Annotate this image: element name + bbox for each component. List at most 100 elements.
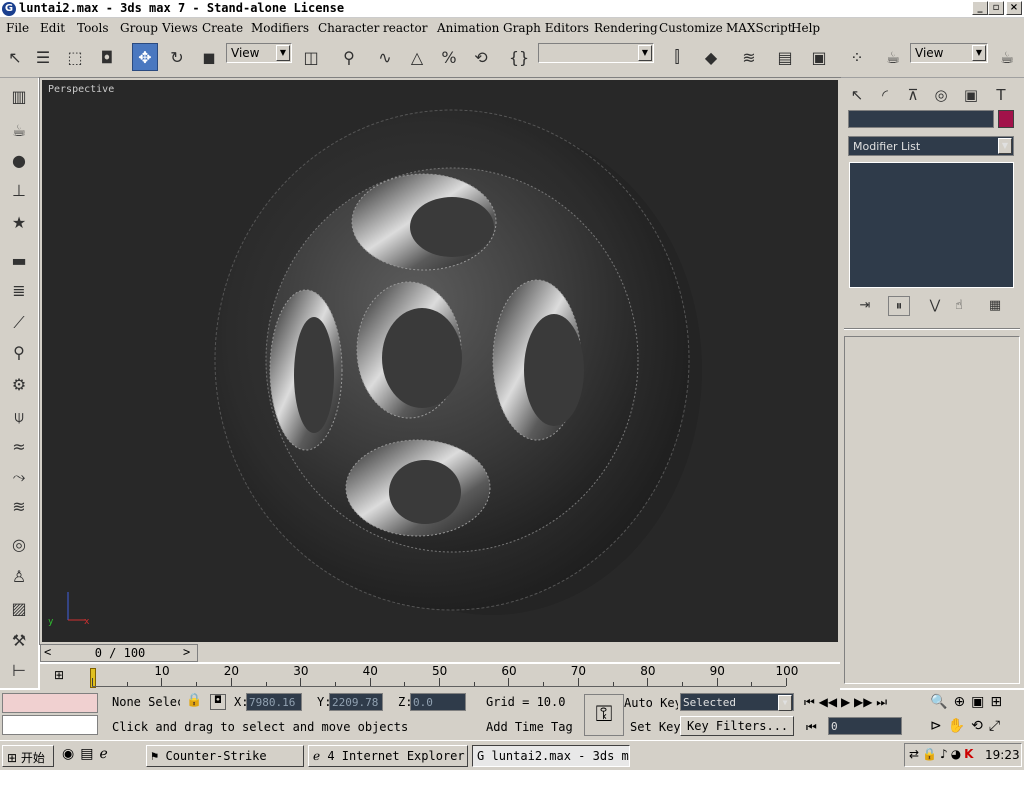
angle-snap-icon[interactable]: △ [404, 43, 430, 71]
media-player-icon[interactable]: ◉ [62, 746, 80, 762]
add-time-tag[interactable]: Add Time Tag [486, 720, 573, 734]
select-and-link-icon[interactable]: ⚲ [336, 43, 362, 71]
display-tab-icon[interactable]: ▣ [958, 82, 984, 108]
time-slider[interactable]: < 0 / 100 > [40, 644, 198, 662]
select-object-icon[interactable]: ↖ [2, 43, 28, 71]
teapot-icon[interactable]: ☕ [6, 118, 32, 144]
helper-icon[interactable]: ⊢ [6, 658, 32, 684]
ffd-icon[interactable]: ⍦ [6, 404, 32, 430]
volume-icon[interactable]: ♪ [940, 747, 951, 761]
gear-icon[interactable]: ⚙ [6, 372, 32, 398]
field-of-view-icon[interactable]: ⊳ [930, 718, 948, 734]
network-icon[interactable]: ⇄ [909, 747, 922, 761]
lattice-icon[interactable]: ◎ [6, 532, 32, 558]
parameters-rollout-area[interactable] [844, 336, 1020, 684]
snap-toggle-icon[interactable]: ∿ [372, 43, 398, 71]
menu-views[interactable]: Views [162, 21, 198, 35]
reference-coordinate-dropdown[interactable]: View ▼ [226, 43, 292, 63]
remove-modifier-icon[interactable]: ☝ [948, 296, 970, 316]
close-button[interactable]: × [1006, 1, 1022, 15]
go-to-start-icon[interactable]: ⏮ [804, 695, 815, 709]
absolute-mode-icon[interactable]: ◘ [210, 694, 226, 710]
configure-modifier-sets-icon[interactable]: ▦ [984, 296, 1006, 316]
biped-icon[interactable]: ♙ [6, 564, 32, 590]
sphere-icon[interactable]: ● [6, 148, 32, 174]
taper-icon[interactable]: ⚲ [6, 340, 32, 366]
menu-help[interactable]: Help [791, 21, 820, 35]
set-key-icon[interactable]: ⚿ [584, 694, 624, 736]
menu-tools[interactable]: Tools [77, 21, 109, 35]
go-to-end-icon[interactable]: ⏭ [876, 695, 887, 709]
schematic-view-icon[interactable]: ▣ [806, 43, 832, 71]
y-coordinate-field[interactable]: 2209.78 [329, 693, 383, 711]
current-frame-field[interactable]: 0 [828, 717, 902, 735]
bend-icon[interactable]: ⟋ [6, 310, 32, 336]
menu-customize[interactable]: Customize [659, 21, 723, 35]
menu-file[interactable]: File [6, 21, 29, 35]
hierarchy-tab-icon[interactable]: ⊼ [900, 82, 926, 108]
lock-icon[interactable]: 🔒 [922, 747, 940, 761]
track-bar[interactable]: ⊞ 10 20 30 40 50 60 70 80 90 100 [40, 664, 840, 690]
maxscript-listener-pink[interactable] [2, 693, 98, 713]
object-color-swatch[interactable] [998, 110, 1014, 128]
key-selection-dropdown[interactable]: Selected ▼ [680, 693, 794, 711]
twist-icon[interactable]: ⤳ [6, 464, 32, 490]
zoom-extents-icon[interactable]: ▣ [971, 694, 990, 710]
layer-manager-icon[interactable]: ≋ [736, 43, 762, 71]
x-coordinate-field[interactable]: 7980.16 [246, 693, 302, 711]
select-and-scale-icon[interactable]: ◼ [196, 43, 222, 71]
material-editor-icon[interactable]: ⁘ [844, 43, 870, 71]
modify-tab-icon[interactable]: ◜ [872, 82, 898, 108]
render-type-dropdown[interactable]: View ▼ [910, 43, 988, 63]
window-crossing-icon[interactable]: ◘ [94, 43, 120, 71]
make-unique-icon[interactable]: ⋁ [924, 296, 946, 316]
pin-stack-icon[interactable]: ⇥ [854, 296, 876, 316]
edit-named-selection-icon[interactable]: {} [506, 43, 532, 71]
minimize-button[interactable]: _ [972, 1, 988, 15]
named-selection-dropdown[interactable]: ▼ [538, 43, 654, 63]
render-scene-icon[interactable]: ☕ [880, 43, 906, 71]
z-coordinate-field[interactable]: 0.0 [410, 693, 466, 711]
task-counter-strike[interactable]: ⚑ Counter-Strike [146, 745, 304, 767]
spinner-snap-icon[interactable]: ⟲ [468, 43, 494, 71]
maxscript-listener-white[interactable] [2, 715, 98, 735]
wave-icon[interactable]: ≋ [6, 494, 32, 520]
curve-editor-icon[interactable]: ▤ [772, 43, 798, 71]
task-internet-explorer[interactable]: ℯ 4 Internet Explorer [308, 745, 468, 767]
menu-character[interactable]: Character [318, 21, 379, 35]
object-name-field[interactable] [848, 110, 994, 128]
mirror-icon[interactable]: ⫿ [664, 43, 690, 71]
wheel-model[interactable] [42, 80, 838, 642]
plane-icon[interactable]: ⊥ [6, 178, 32, 204]
next-frame-icon[interactable]: ▶▶ [854, 695, 872, 709]
noise-icon[interactable]: ≈ [6, 434, 32, 460]
zoom-icon[interactable]: 🔍 [930, 694, 953, 710]
menu-rendering[interactable]: Rendering [594, 21, 658, 35]
play-icon[interactable]: ▶ [841, 695, 850, 709]
pan-icon[interactable]: ✋ [948, 718, 971, 734]
lock-icon[interactable]: 🔒 [186, 693, 202, 708]
menu-animation[interactable]: Animation [437, 21, 499, 35]
align-icon[interactable]: ◆ [698, 43, 724, 71]
select-and-move-icon[interactable]: ✥ [132, 43, 158, 71]
clock[interactable]: 19:23 [985, 748, 1020, 762]
lathe-icon[interactable]: ≣ [6, 278, 32, 304]
antivirus-icon[interactable]: K [964, 747, 976, 761]
time-slider-prev-icon[interactable]: < [44, 645, 51, 659]
menu-create[interactable]: Create [202, 21, 243, 35]
rectangular-selection-icon[interactable]: ⬚ [62, 43, 88, 71]
desktop-icon[interactable]: ▤ [80, 746, 99, 762]
quick-render-icon[interactable]: ☕ [994, 43, 1020, 71]
time-slider-track[interactable] [198, 644, 840, 662]
menu-reactor[interactable]: reactor [383, 21, 428, 35]
app-icon[interactable]: G [2, 2, 16, 16]
modifier-list-dropdown[interactable]: Modifier List ▼ [848, 136, 1014, 156]
restore-button[interactable]: ▫ [988, 1, 1004, 15]
percent-snap-icon[interactable]: % [436, 43, 462, 71]
menu-graph-editors[interactable]: Graph Editors [503, 21, 589, 35]
start-button[interactable]: ⊞ 开始 [2, 745, 54, 767]
time-slider-next-icon[interactable]: > [183, 645, 190, 659]
menu-group[interactable]: Group [120, 21, 158, 35]
extrude-icon[interactable]: ▬ [6, 248, 32, 274]
key-mode-toggle-icon[interactable]: ⏮ [806, 720, 817, 735]
